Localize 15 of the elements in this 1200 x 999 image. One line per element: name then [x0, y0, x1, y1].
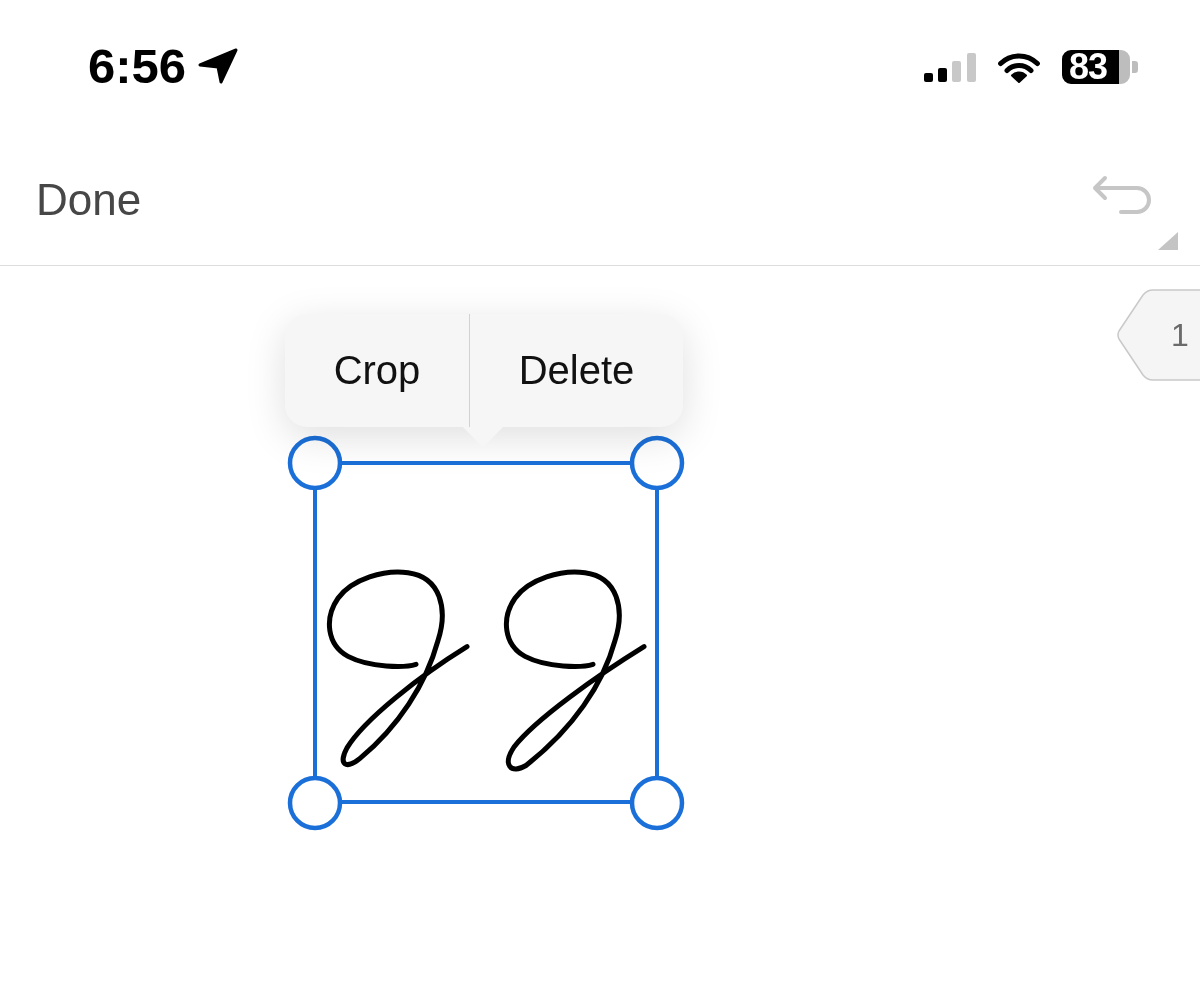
- wifi-icon: [997, 51, 1041, 83]
- location-arrow-icon: [198, 48, 239, 84]
- corner-triangle-icon: [1158, 232, 1178, 250]
- resize-handle[interactable]: [287, 775, 343, 831]
- signal-bars-icon: [924, 52, 976, 82]
- resize-handle[interactable]: [287, 435, 343, 491]
- menu-item[interactable]: Delete: [470, 314, 683, 427]
- clock-time: 6:56: [88, 44, 187, 88]
- signature-drawing[interactable]: [326, 569, 647, 772]
- battery-percentage: 83: [1069, 50, 1108, 84]
- done-button[interactable]: Done: [36, 174, 142, 226]
- resize-handle[interactable]: [629, 775, 685, 831]
- menu-item[interactable]: Crop: [285, 314, 469, 427]
- page-number-tab[interactable]: 1: [1117, 289, 1200, 381]
- resize-handle[interactable]: [629, 435, 685, 491]
